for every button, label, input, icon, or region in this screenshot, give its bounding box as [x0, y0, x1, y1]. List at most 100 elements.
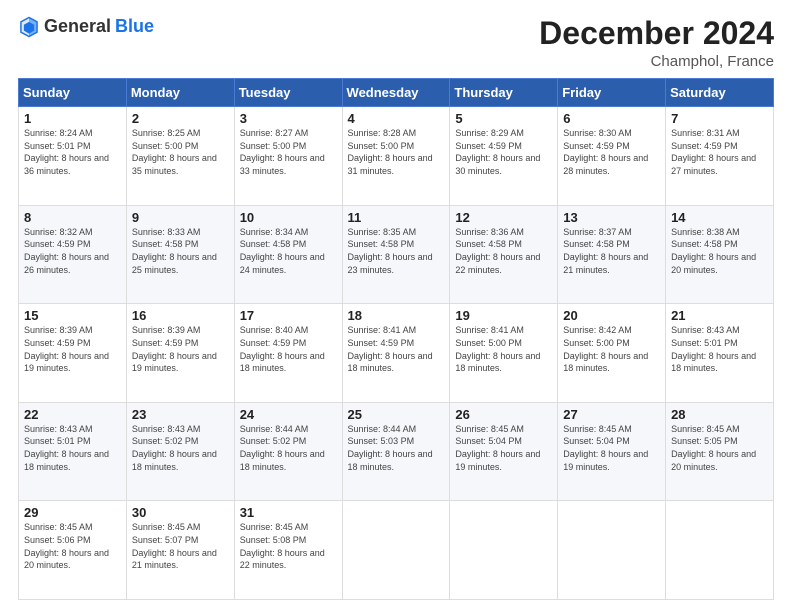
calendar-cell	[450, 501, 558, 600]
day-header-friday: Friday	[558, 79, 666, 107]
day-number: 5	[455, 111, 552, 126]
day-number: 8	[24, 210, 121, 225]
day-info: Sunrise: 8:41 AMSunset: 5:00 PMDaylight:…	[455, 325, 540, 373]
day-info: Sunrise: 8:45 AMSunset: 5:06 PMDaylight:…	[24, 522, 109, 570]
calendar-cell: 2 Sunrise: 8:25 AMSunset: 5:00 PMDaylight…	[126, 107, 234, 206]
day-info: Sunrise: 8:41 AMSunset: 4:59 PMDaylight:…	[348, 325, 433, 373]
day-number: 2	[132, 111, 229, 126]
day-number: 6	[563, 111, 660, 126]
logo-general: General	[44, 17, 111, 37]
calendar-cell: 6Sunrise: 8:30 AMSunset: 4:59 PMDaylight…	[558, 107, 666, 206]
day-number: 25	[348, 407, 445, 422]
day-number: 13	[563, 210, 660, 225]
calendar-cell: 5 Sunrise: 8:29 AMSunset: 4:59 PMDaylight…	[450, 107, 558, 206]
calendar-cell: 31Sunrise: 8:45 AMSunset: 5:08 PMDayligh…	[234, 501, 342, 600]
logo-icon	[18, 16, 40, 38]
calendar-cell: 15 Sunrise: 8:39 AMSunset: 4:59 PMDayligh…	[19, 304, 127, 403]
day-info: Sunrise: 8:38 AMSunset: 4:58 PMDaylight:…	[671, 227, 756, 275]
month-title: December 2024	[539, 16, 774, 51]
day-info: Sunrise: 8:45 AMSunset: 5:04 PMDaylight:…	[455, 424, 540, 472]
day-header-monday: Monday	[126, 79, 234, 107]
day-info: Sunrise: 8:28 AMSunset: 5:00 PMDaylight:…	[348, 128, 433, 176]
day-number: 1	[24, 111, 121, 126]
calendar-cell: 10 Sunrise: 8:34 AMSunset: 4:58 PMDayligh…	[234, 205, 342, 304]
calendar-cell: 13 Sunrise: 8:37 AMSunset: 4:58 PMDayligh…	[558, 205, 666, 304]
day-number: 12	[455, 210, 552, 225]
day-info: Sunrise: 8:43 AMSunset: 5:01 PMDaylight:…	[24, 424, 109, 472]
calendar-cell: 14Sunrise: 8:38 AMSunset: 4:58 PMDayligh…	[666, 205, 774, 304]
calendar-cell: 19 Sunrise: 8:41 AMSunset: 5:00 PMDayligh…	[450, 304, 558, 403]
location-title: Champhol, France	[539, 53, 774, 70]
day-number: 21	[671, 308, 768, 323]
day-info: Sunrise: 8:34 AMSunset: 4:58 PMDaylight:…	[240, 227, 325, 275]
calendar-cell: 29 Sunrise: 8:45 AMSunset: 5:06 PMDayligh…	[19, 501, 127, 600]
calendar-cell: 8Sunrise: 8:32 AMSunset: 4:59 PMDaylight…	[19, 205, 127, 304]
logo: GeneralBlue	[18, 16, 154, 38]
calendar-cell: 24 Sunrise: 8:44 AMSunset: 5:02 PMDayligh…	[234, 402, 342, 501]
title-area: December 2024 Champhol, France	[539, 16, 774, 70]
calendar-cell: 27Sunrise: 8:45 AMSunset: 5:04 PMDayligh…	[558, 402, 666, 501]
day-number: 31	[240, 505, 337, 520]
logo-blue: Blue	[115, 17, 154, 37]
day-header-sunday: Sunday	[19, 79, 127, 107]
day-number: 10	[240, 210, 337, 225]
day-info: Sunrise: 8:42 AMSunset: 5:00 PMDaylight:…	[563, 325, 648, 373]
day-info: Sunrise: 8:29 AMSunset: 4:59 PMDaylight:…	[455, 128, 540, 176]
day-number: 19	[455, 308, 552, 323]
day-number: 9	[132, 210, 229, 225]
calendar-cell: 23 Sunrise: 8:43 AMSunset: 5:02 PMDayligh…	[126, 402, 234, 501]
calendar-week-5: 29 Sunrise: 8:45 AMSunset: 5:06 PMDayligh…	[19, 501, 774, 600]
calendar-cell: 30Sunrise: 8:45 AMSunset: 5:07 PMDayligh…	[126, 501, 234, 600]
day-info: Sunrise: 8:35 AMSunset: 4:58 PMDaylight:…	[348, 227, 433, 275]
calendar-cell: 11 Sunrise: 8:35 AMSunset: 4:58 PMDayligh…	[342, 205, 450, 304]
calendar-cell: 28Sunrise: 8:45 AMSunset: 5:05 PMDayligh…	[666, 402, 774, 501]
calendar-cell: 9 Sunrise: 8:33 AMSunset: 4:58 PMDaylight…	[126, 205, 234, 304]
calendar-cell: 3 Sunrise: 8:27 AMSunset: 5:00 PMDaylight…	[234, 107, 342, 206]
calendar-week-4: 22 Sunrise: 8:43 AMSunset: 5:01 PMDayligh…	[19, 402, 774, 501]
day-info: Sunrise: 8:40 AMSunset: 4:59 PMDaylight:…	[240, 325, 325, 373]
day-info: Sunrise: 8:37 AMSunset: 4:58 PMDaylight:…	[563, 227, 648, 275]
day-info: Sunrise: 8:25 AMSunset: 5:00 PMDaylight:…	[132, 128, 217, 176]
day-number: 23	[132, 407, 229, 422]
day-number: 18	[348, 308, 445, 323]
day-header-wednesday: Wednesday	[342, 79, 450, 107]
day-info: Sunrise: 8:44 AMSunset: 5:03 PMDaylight:…	[348, 424, 433, 472]
day-number: 22	[24, 407, 121, 422]
day-number: 24	[240, 407, 337, 422]
day-info: Sunrise: 8:44 AMSunset: 5:02 PMDaylight:…	[240, 424, 325, 472]
calendar-week-3: 15 Sunrise: 8:39 AMSunset: 4:59 PMDayligh…	[19, 304, 774, 403]
calendar-cell: 7Sunrise: 8:31 AMSunset: 4:59 PMDaylight…	[666, 107, 774, 206]
day-info: Sunrise: 8:36 AMSunset: 4:58 PMDaylight:…	[455, 227, 540, 275]
day-number: 28	[671, 407, 768, 422]
calendar: SundayMondayTuesdayWednesdayThursdayFrid…	[18, 78, 774, 600]
day-info: Sunrise: 8:31 AMSunset: 4:59 PMDaylight:…	[671, 128, 756, 176]
day-info: Sunrise: 8:43 AMSunset: 5:02 PMDaylight:…	[132, 424, 217, 472]
page: GeneralBlue December 2024 Champhol, Fran…	[0, 0, 792, 612]
calendar-cell	[558, 501, 666, 600]
day-number: 30	[132, 505, 229, 520]
calendar-cell: 1 Sunrise: 8:24 AMSunset: 5:01 PMDaylight…	[19, 107, 127, 206]
calendar-cell: 26 Sunrise: 8:45 AMSunset: 5:04 PMDayligh…	[450, 402, 558, 501]
day-header-tuesday: Tuesday	[234, 79, 342, 107]
calendar-week-1: 1 Sunrise: 8:24 AMSunset: 5:01 PMDaylight…	[19, 107, 774, 206]
calendar-cell: 18 Sunrise: 8:41 AMSunset: 4:59 PMDayligh…	[342, 304, 450, 403]
day-info: Sunrise: 8:33 AMSunset: 4:58 PMDaylight:…	[132, 227, 217, 275]
day-number: 11	[348, 210, 445, 225]
day-info: Sunrise: 8:39 AMSunset: 4:59 PMDaylight:…	[24, 325, 109, 373]
calendar-cell	[666, 501, 774, 600]
calendar-cell: 4 Sunrise: 8:28 AMSunset: 5:00 PMDaylight…	[342, 107, 450, 206]
day-number: 3	[240, 111, 337, 126]
day-number: 4	[348, 111, 445, 126]
day-number: 15	[24, 308, 121, 323]
calendar-cell: 22 Sunrise: 8:43 AMSunset: 5:01 PMDayligh…	[19, 402, 127, 501]
calendar-cell: 17Sunrise: 8:40 AMSunset: 4:59 PMDayligh…	[234, 304, 342, 403]
day-number: 26	[455, 407, 552, 422]
day-number: 29	[24, 505, 121, 520]
calendar-week-2: 8Sunrise: 8:32 AMSunset: 4:59 PMDaylight…	[19, 205, 774, 304]
calendar-cell: 25 Sunrise: 8:44 AMSunset: 5:03 PMDayligh…	[342, 402, 450, 501]
day-info: Sunrise: 8:45 AMSunset: 5:04 PMDaylight:…	[563, 424, 648, 472]
day-info: Sunrise: 8:24 AMSunset: 5:01 PMDaylight:…	[24, 128, 109, 176]
day-header-thursday: Thursday	[450, 79, 558, 107]
day-info: Sunrise: 8:27 AMSunset: 5:00 PMDaylight:…	[240, 128, 325, 176]
day-number: 20	[563, 308, 660, 323]
